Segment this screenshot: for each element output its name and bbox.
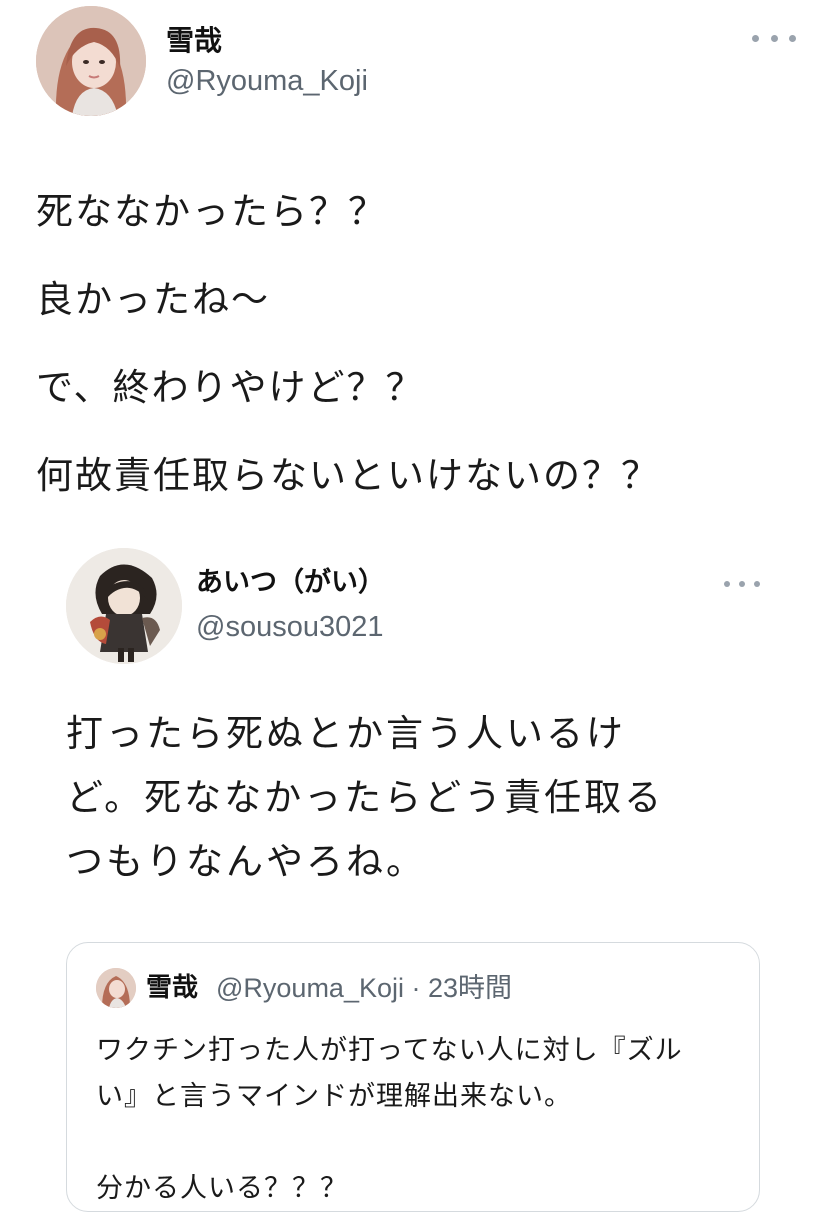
dot: [739, 581, 745, 587]
quoted-tweet-text-line: つもりなんやろね。: [66, 840, 426, 883]
tweet-text-line: 何故責任取らないといけないの？？: [36, 454, 660, 497]
anime-character-avatar: [66, 548, 182, 664]
profile-photo-avatar: [36, 6, 146, 116]
user-avatar[interactable]: [36, 6, 146, 116]
quoted-display-name[interactable]: あいつ（がい）: [196, 566, 385, 600]
quoted-tweet-text-line: 打ったら死ぬとか言う人いるけ: [66, 712, 626, 755]
nested-quote-handle-time[interactable]: @Ryouma_Koji · 23時間: [216, 972, 512, 1004]
nested-quote-text-line: 分かる人いる？？？: [96, 1173, 348, 1204]
nested-quote-text: ワクチン打った人が打ってない人に対し『ズル い』と言うマインドが理解出来ない。 …: [96, 1028, 736, 1212]
dot: [754, 581, 760, 587]
username-handle[interactable]: @Ryouma_Koji: [166, 64, 368, 98]
tweet-text-line: 死ななかったら？？: [36, 190, 387, 233]
dot: [789, 34, 796, 42]
display-name[interactable]: 雪哉: [166, 24, 222, 58]
nested-quote-text-line: ワクチン打った人が打ってない人に対し『ズル: [96, 1035, 683, 1066]
quoted-tweet-text-line: ど。死ななかったらどう責任取る: [66, 776, 665, 819]
tweet-text-line: で、終わりやけど？？: [36, 366, 425, 409]
nested-quote-avatar[interactable]: [96, 968, 136, 1008]
profile-photo-avatar: [96, 968, 136, 1008]
quoted-username-handle[interactable]: @sousou3021: [196, 610, 383, 644]
dot: [770, 34, 778, 42]
more-options-icon[interactable]: [724, 574, 760, 594]
dot: [724, 581, 730, 587]
quoted-tweet-text: 打ったら死ぬとか言う人いるけ ど。死ななかったらどう責任取る つもりなんやろね。: [66, 702, 766, 894]
quoted-user-avatar[interactable]: [66, 548, 182, 664]
nested-quote-blank-line: [96, 1120, 736, 1166]
more-options-icon[interactable]: [752, 28, 796, 48]
tweet-text: 死ななかったら？？ 良かったね〜 で、終わりやけど？？ 何故責任取らないといけな…: [36, 168, 806, 520]
dot: [752, 34, 759, 42]
tweet-text-line: 良かったね〜: [36, 278, 270, 321]
nested-quote-text-line: い』と言うマインドが理解出来ない。: [96, 1081, 572, 1112]
nested-quote-display-name[interactable]: 雪哉: [146, 972, 198, 1004]
